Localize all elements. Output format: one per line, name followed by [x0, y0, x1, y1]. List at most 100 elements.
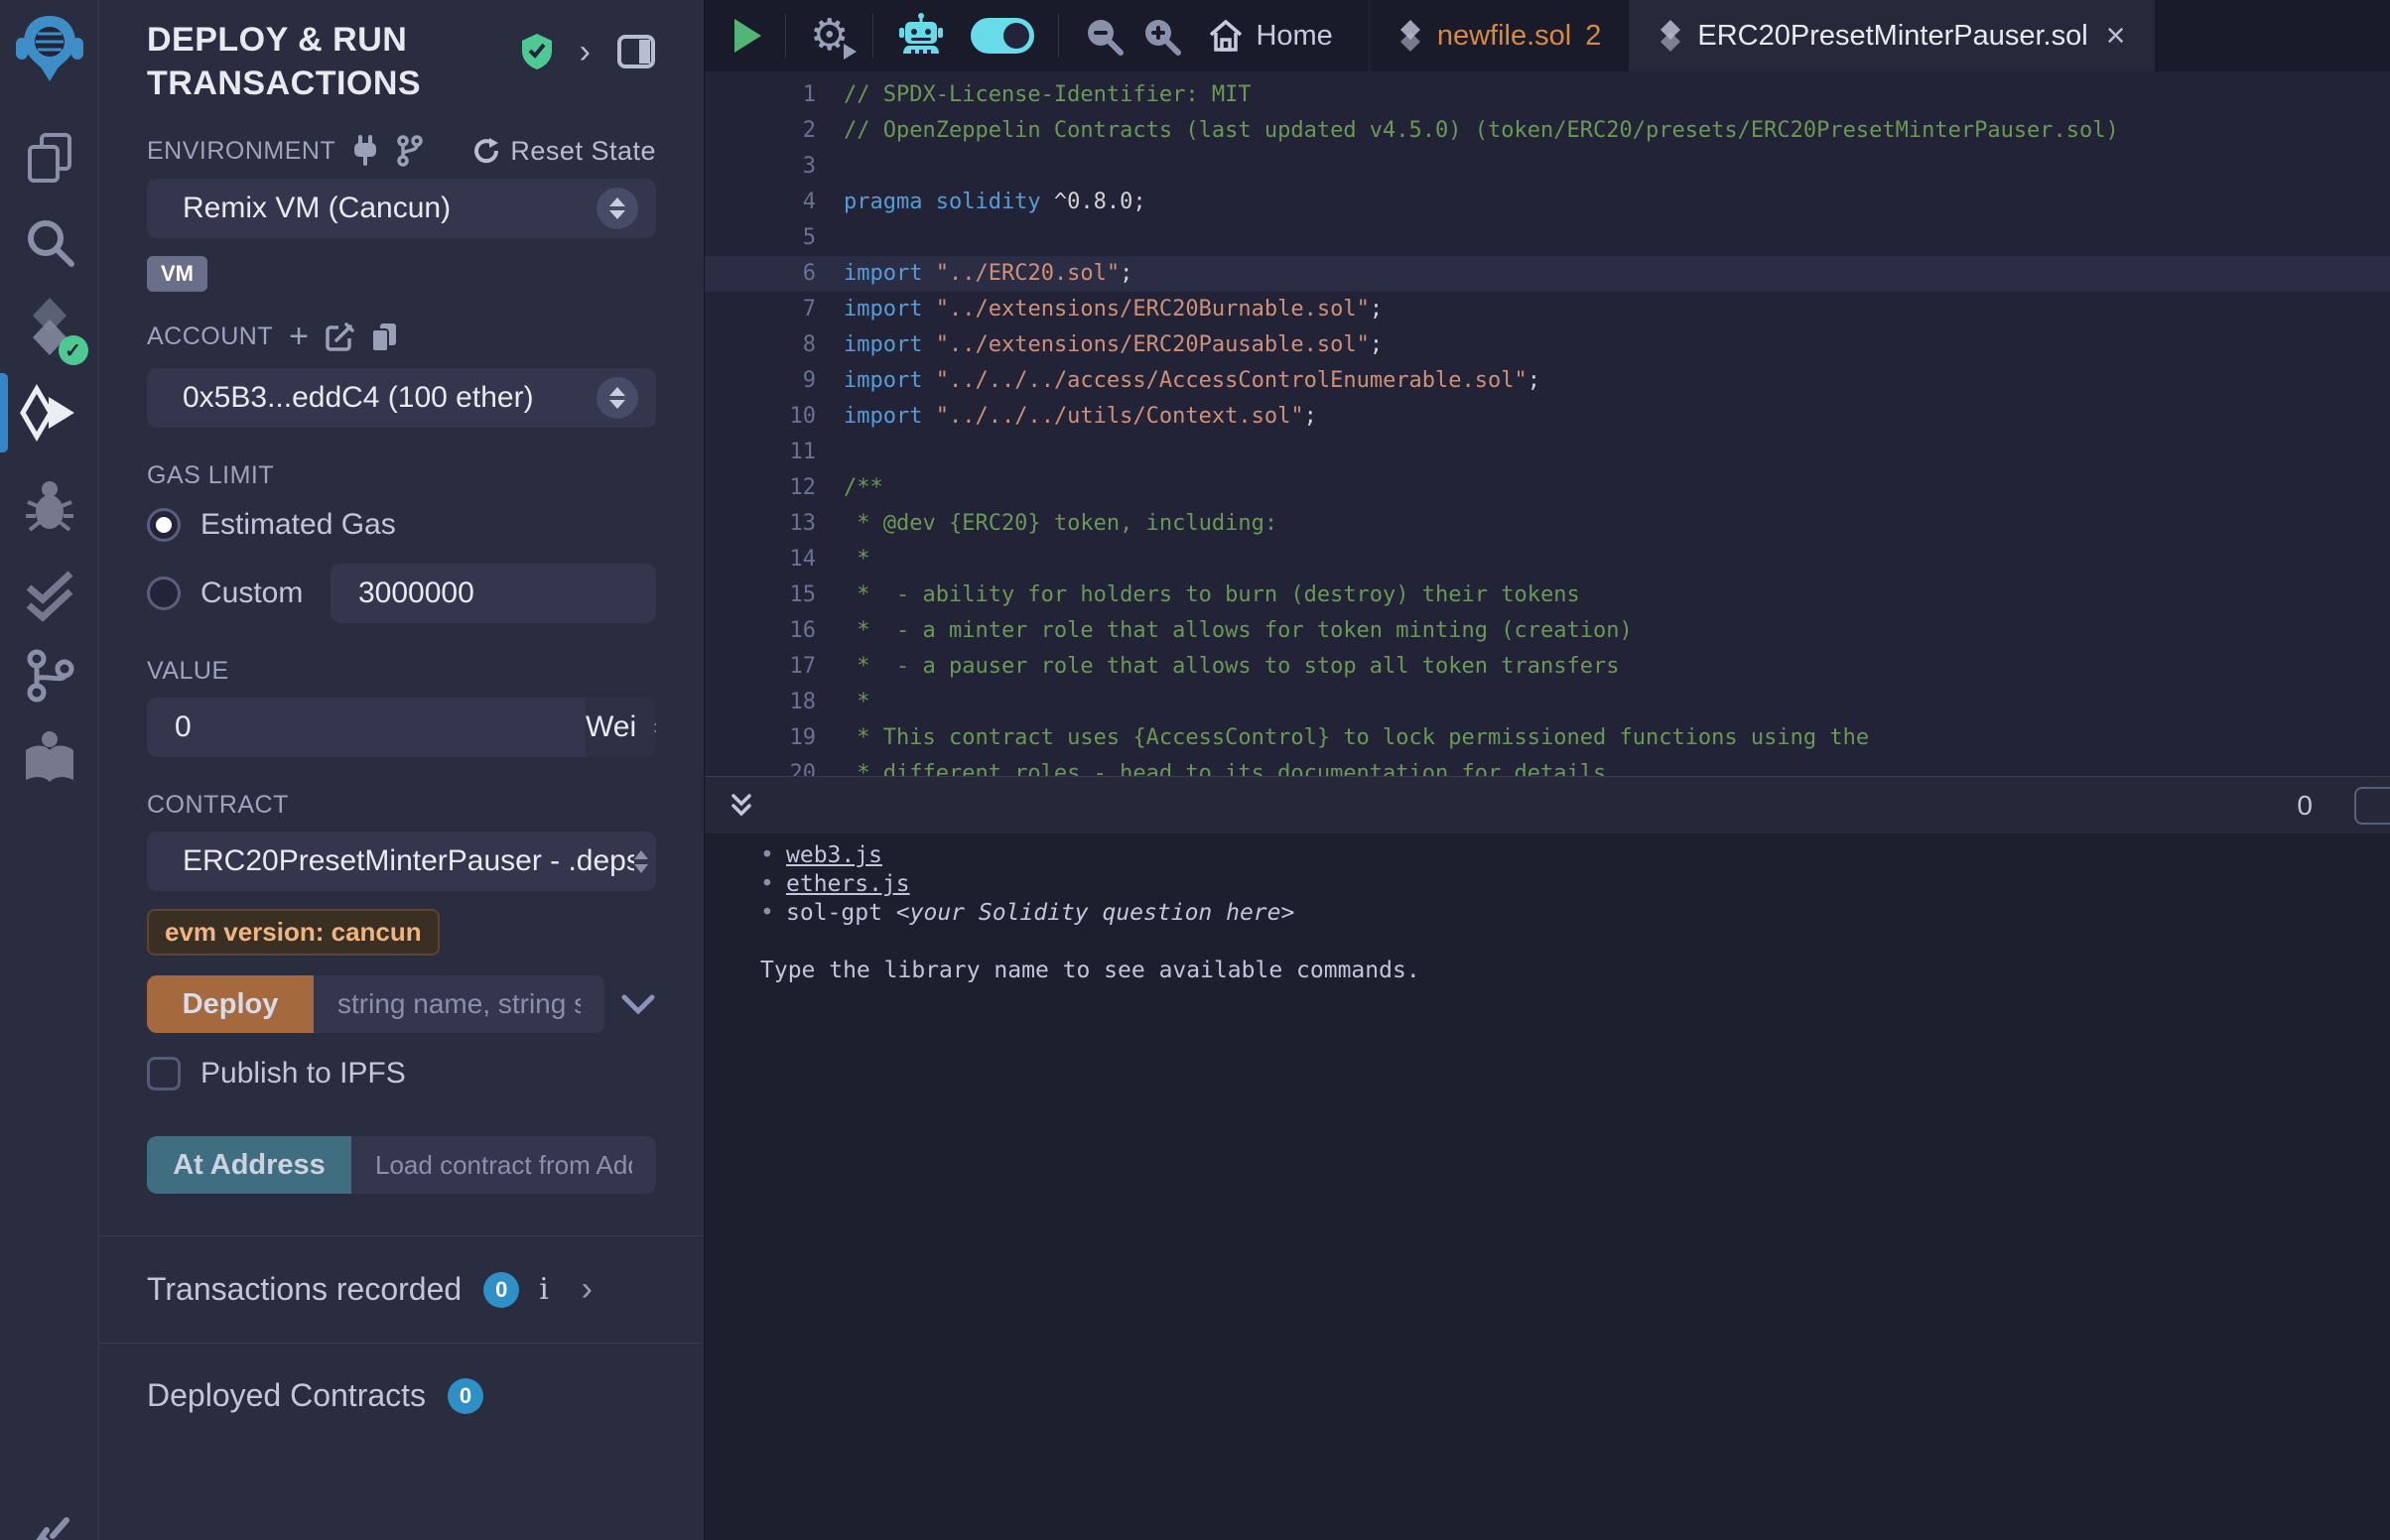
deployed-contracts-section[interactable]: Deployed Contracts 0 [99, 1344, 704, 1448]
line-number: 9 [705, 363, 844, 399]
code-line[interactable]: 14 * [705, 542, 2390, 578]
contract-select[interactable]: ERC20PresetMinterPauser - .deps/ [147, 832, 656, 891]
chevron-right-icon[interactable]: › [582, 1270, 593, 1309]
code-line[interactable]: 1// SPDX-License-Identifier: MIT [705, 77, 2390, 113]
fork-state-icon[interactable] [395, 135, 425, 167]
constructor-args-input[interactable] [314, 975, 604, 1033]
add-account-icon[interactable]: + [289, 318, 309, 356]
code-line[interactable]: 2// OpenZeppelin Contracts (last updated… [705, 113, 2390, 149]
custom-gas-input[interactable] [331, 564, 656, 623]
solidity-compiler-icon[interactable]: ✓ [21, 296, 78, 357]
script-runner-gear-icon[interactable]: ⚙ [810, 14, 849, 58]
code-line[interactable]: 6import "../ERC20.sol"; [705, 256, 2390, 292]
line-number: 16 [705, 613, 844, 649]
code-line[interactable]: 20 * different roles - head to its docum… [705, 756, 2390, 776]
value-unit-select[interactable]: Wei [586, 698, 656, 757]
edit-account-icon[interactable] [325, 322, 354, 352]
tab-bar: newfile.sol 2 ERC20PresetMinterPauser.so… [1369, 0, 2155, 71]
code-line[interactable]: 10import "../../../utils/Context.sol"; [705, 399, 2390, 435]
select-spinner-icon [597, 377, 638, 419]
learneth-icon[interactable] [20, 730, 79, 786]
home-tab[interactable]: Home [1208, 19, 1332, 53]
line-number: 1 [705, 77, 844, 113]
terminal-search-input[interactable] [2354, 787, 2390, 825]
terminal-command-placeholder: <your Solidity question here> [896, 899, 1295, 928]
copy-account-icon[interactable] [370, 321, 398, 353]
zoom-out-icon[interactable] [1083, 15, 1125, 57]
debugger-icon[interactable] [22, 476, 77, 534]
at-address-input[interactable] [351, 1136, 656, 1194]
plug-icon[interactable] [351, 135, 379, 167]
code-line[interactable]: 13 * @dev {ERC20} token, including: [705, 506, 2390, 542]
file-explorer-icon[interactable] [22, 129, 77, 185]
environment-select[interactable]: Remix VM (Cancun) [147, 179, 656, 238]
deploy-run-icon[interactable] [19, 383, 80, 445]
expand-constructor-icon[interactable] [620, 992, 656, 1016]
vm-badge: VM [147, 256, 207, 292]
gas-limit-label: GAS LIMIT [147, 461, 274, 490]
code-line[interactable]: 9import "../../../access/AccessControlEn… [705, 363, 2390, 399]
code-line[interactable]: 4pragma solidity ^0.8.0; [705, 185, 2390, 220]
code-line[interactable]: 12/** [705, 470, 2390, 506]
code-line[interactable]: 3 [705, 149, 2390, 185]
editor-topbar: ⚙ [705, 0, 2390, 71]
remix-logo[interactable] [14, 12, 85, 87]
chevron-right-icon[interactable]: › [580, 33, 591, 71]
custom-gas-radio[interactable] [147, 577, 181, 610]
transactions-count-badge: 0 [483, 1272, 519, 1308]
code-line[interactable]: 18 * [705, 685, 2390, 720]
ai-toggle[interactable] [971, 18, 1034, 54]
solidity-file-icon [1397, 20, 1423, 52]
code-line[interactable]: 15 * - ability for holders to burn (dest… [705, 578, 2390, 613]
reset-state-button[interactable]: Reset State [472, 136, 656, 167]
terminal-library-link[interactable]: web3.js [786, 841, 882, 870]
ai-robot-icon[interactable] [897, 12, 945, 60]
code-line[interactable]: 11 [705, 435, 2390, 470]
terminal-output: •web3.js•ethers.js•sol-gpt <your Solidit… [705, 834, 2390, 1540]
expand-terminal-icon[interactable] [727, 791, 756, 821]
run-icon[interactable] [734, 19, 761, 53]
search-icon[interactable] [22, 214, 77, 270]
select-spinner-icon [597, 188, 638, 229]
custom-gas-label: Custom [200, 577, 303, 610]
transactions-recorded-section[interactable]: Transactions recorded 0 i › [99, 1236, 704, 1343]
line-number: 2 [705, 113, 844, 149]
publish-ipfs-checkbox[interactable] [147, 1057, 181, 1091]
line-number: 20 [705, 756, 844, 776]
value-input[interactable] [147, 698, 586, 757]
estimated-gas-radio[interactable] [147, 508, 181, 542]
terminal-toolbar: 0 [705, 776, 2390, 834]
tab-erc20presetminterpauser[interactable]: ERC20PresetMinterPauser.sol × [1630, 0, 2154, 71]
line-number: 14 [705, 542, 844, 578]
terminal-listen-count: 0 [2297, 790, 2313, 822]
close-tab-icon[interactable]: × [2106, 17, 2126, 56]
split-panel-icon[interactable] [616, 34, 656, 69]
active-plugin-indicator [0, 373, 8, 452]
plugin-manager-icon[interactable] [23, 1506, 76, 1540]
code-editor[interactable]: 1// SPDX-License-Identifier: MIT2// Open… [705, 71, 2390, 776]
unit-testing-icon[interactable] [21, 566, 78, 623]
account-select[interactable]: 0x5B3...eddC4 (100 ether) [147, 368, 656, 428]
deploy-button[interactable]: Deploy [147, 975, 314, 1033]
zoom-in-icon[interactable] [1140, 15, 1182, 57]
line-number: 18 [705, 685, 844, 720]
tab-newfile[interactable]: newfile.sol 2 [1369, 0, 1631, 71]
terminal-list-item: •sol-gpt <your Solidity question here> [760, 899, 2390, 928]
code-line[interactable]: 19 * This contract uses {AccessControl} … [705, 720, 2390, 756]
git-icon[interactable] [23, 647, 76, 703]
panel-title: DEPLOY & RUN TRANSACTIONS [147, 18, 520, 105]
info-icon[interactable]: i [539, 1272, 549, 1307]
at-address-button[interactable]: At Address [147, 1136, 351, 1194]
code-line[interactable]: 8import "../extensions/ERC20Pausable.sol… [705, 327, 2390, 363]
line-number: 15 [705, 578, 844, 613]
terminal-library-link[interactable]: ethers.js [786, 870, 910, 899]
code-line[interactable]: 17 * - a pauser role that allows to stop… [705, 649, 2390, 685]
code-line[interactable]: 7import "../extensions/ERC20Burnable.sol… [705, 292, 2390, 327]
icon-sidebar: ✓ [0, 0, 99, 1540]
deploy-run-panel: DEPLOY & RUN TRANSACTIONS › [99, 0, 705, 1540]
shield-icon[interactable] [520, 32, 554, 71]
terminal-list-item: •ethers.js [760, 870, 2390, 899]
code-line[interactable]: 5 [705, 220, 2390, 256]
contract-label: CONTRACT [147, 791, 289, 820]
code-line[interactable]: 16 * - a minter role that allows for tok… [705, 613, 2390, 649]
